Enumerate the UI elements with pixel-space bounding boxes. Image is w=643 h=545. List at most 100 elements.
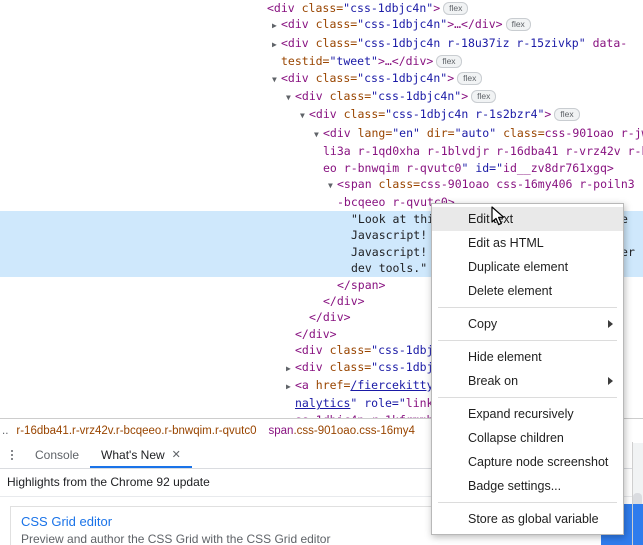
dom-tree-line[interactable]: ▼ <div class="css-1dbjc4n"> flex <box>0 88 643 106</box>
tab-whats-new-label: What's New <box>101 448 165 462</box>
dom-token: li3a r-1qd0xha r-1blvdjr r-16dba41 r-vrz… <box>323 144 643 159</box>
dom-tree-line[interactable]: eo r-bnwqim r-qvutc0" id="id__zv8dr761xg… <box>0 160 643 176</box>
dom-tree-line[interactable]: ▼ <div class="css-1dbjc4n r-1s2bzr4"> flex <box>0 106 643 124</box>
dom-token: "en" <box>392 125 420 140</box>
flex-badge[interactable]: flex <box>471 90 497 104</box>
breadcrumb-item-span[interactable]: span.css-901oao.css-16my4 <box>263 425 421 437</box>
dom-text-node[interactable]: dev tools." <box>351 261 427 275</box>
dom-token: <div <box>295 359 330 374</box>
context-menu-item-copy[interactable]: Copy <box>432 312 623 336</box>
dom-token: data- <box>585 35 628 50</box>
dom-token: id__zv8dr761xgq <box>503 160 607 175</box>
context-menu-item-break-on[interactable]: Break on <box>432 369 623 393</box>
dom-token: >…</div> <box>377 54 434 69</box>
chevron-down-icon[interactable]: ▼ <box>272 72 281 88</box>
context-menu-item-label: Break on <box>468 374 519 388</box>
dom-tree-line[interactable]: ▼ <div class="css-1dbjc4n"> flex <box>0 70 643 88</box>
flex-badge[interactable]: flex <box>457 71 483 85</box>
chevron-down-icon[interactable]: ▼ <box>300 108 309 124</box>
dom-token: class= <box>343 107 386 122</box>
context-menu-item-collapse-children[interactable]: Collapse children <box>432 426 623 450</box>
dom-token: css-901oao r-jw <box>544 125 643 140</box>
chevron-down-icon[interactable]: ▼ <box>314 127 323 143</box>
chevron-right-icon[interactable]: ▶ <box>272 18 281 34</box>
flex-badge[interactable]: flex <box>443 2 469 15</box>
context-menu-item-label: Hide element <box>468 350 542 364</box>
context-menu-item-label: Copy <box>468 317 498 331</box>
submenu-arrow-icon <box>608 320 613 328</box>
dom-token: class= <box>329 343 372 358</box>
dom-token: <div <box>295 89 330 104</box>
context-menu-item-edit-text[interactable]: Edit text <box>432 207 623 231</box>
dom-token: > <box>544 107 552 122</box>
tab-whats-new[interactable]: What's New ✕ <box>90 442 192 468</box>
dom-tree-line[interactable]: ▶ <div class="css-1dbjc4n">…</div> flex <box>0 16 643 34</box>
context-menu-separator <box>438 340 617 341</box>
tab-console[interactable]: Console <box>24 442 90 468</box>
dom-token: testid= <box>281 54 330 69</box>
context-menu-item-label: Capture node screenshot <box>468 455 609 469</box>
context-menu-separator <box>438 307 617 308</box>
context-menu-item-store-as-global-variable[interactable]: Store as global variable <box>432 507 623 531</box>
dom-token: <div <box>281 17 316 32</box>
dom-token: "css-1dbjc4n r-18u37iz r-15zivkp" <box>357 35 586 50</box>
dom-token: href= <box>315 377 351 392</box>
dom-token: > <box>447 70 455 85</box>
dom-tree-line[interactable]: ▼ <span class=css-901oao css-16my406 r-po… <box>0 176 643 194</box>
context-menu-item-duplicate-element[interactable]: Duplicate element <box>432 255 623 279</box>
context-menu-item-badge-settings[interactable]: Badge settings... <box>432 474 623 498</box>
dom-tree-line[interactable]: <div class="css-1dbjc4n"> flex <box>0 0 643 16</box>
dom-tree-line[interactable]: testid="tweet">…</div> flex <box>0 53 643 69</box>
kebab-menu-icon[interactable] <box>0 442 24 468</box>
close-icon[interactable]: ✕ <box>172 449 181 461</box>
dom-token: </div> <box>309 310 351 325</box>
chevron-down-icon[interactable]: ▼ <box>328 178 337 194</box>
chevron-right-icon[interactable]: ▶ <box>272 37 281 53</box>
dom-tree-line[interactable]: ▶ <div class="css-1dbjc4n r-18u37iz r-15z… <box>0 35 643 53</box>
context-menu-item-hide-element[interactable]: Hide element <box>432 345 623 369</box>
chevron-right-icon[interactable]: ▶ <box>286 379 295 395</box>
dom-token: " role=" <box>350 396 406 411</box>
dom-token: > <box>461 89 469 104</box>
context-menu-item-label: Expand recursively <box>468 407 574 421</box>
dom-tree-line[interactable]: li3a r-1qd0xha r-1blvdjr r-16dba41 r-vrz… <box>0 143 643 159</box>
context-menu-separator <box>438 397 617 398</box>
context-menu-item-label: Store as global variable <box>468 512 599 526</box>
dom-token: "css-1dbjc4n" <box>343 1 434 15</box>
dom-token: </div> <box>295 326 337 341</box>
dom-token: <span <box>337 177 379 192</box>
tab-console-label: Console <box>35 448 80 462</box>
flex-badge[interactable]: flex <box>554 108 580 122</box>
dom-token: "css-1dbjc4n" <box>357 70 448 85</box>
dom-token: link <box>405 396 434 411</box>
context-menu-item-label: Duplicate element <box>468 260 569 274</box>
dom-token: >…</div> <box>447 17 503 32</box>
dom-token: <div <box>281 70 316 85</box>
dom-token: <div <box>267 1 302 15</box>
breadcrumb-item-classes[interactable]: r-16dba41.r-vrz42v.r-bcqeeo.r-bnwqim.r-q… <box>10 425 262 437</box>
dom-token: <div <box>295 343 330 358</box>
dom-href-link[interactable]: nalytics <box>295 396 350 410</box>
context-menu[interactable]: Edit text Edit as HTML Duplicate element De… <box>431 203 624 535</box>
dom-token: </div> <box>323 293 365 308</box>
flex-badge[interactable]: flex <box>436 55 462 69</box>
dom-tree-line[interactable]: ▼ <div lang="en" dir="auto" class=css-901… <box>0 125 643 143</box>
dom-token: class= <box>503 125 545 140</box>
chevron-down-icon[interactable]: ▼ <box>286 90 295 106</box>
dom-token: > <box>606 160 614 175</box>
dom-token: "css-1dbjc4n r-1s2bzr4" <box>385 107 545 122</box>
dom-token: class= <box>301 1 344 15</box>
breadcrumb-overflow[interactable]: .. <box>0 425 10 437</box>
context-menu-item-label: Collapse children <box>468 431 564 445</box>
dom-token <box>420 126 427 140</box>
chevron-right-icon[interactable]: ▶ <box>286 361 295 377</box>
flex-badge[interactable]: flex <box>505 18 531 32</box>
context-menu-item-label: Delete element <box>468 284 553 298</box>
context-menu-item-expand-recursively[interactable]: Expand recursively <box>432 402 623 426</box>
context-menu-item-capture-node-screenshot[interactable]: Capture node screenshot <box>432 450 623 474</box>
dom-token: class= <box>378 177 421 192</box>
context-menu-item-edit-as-html[interactable]: Edit as HTML <box>432 231 623 255</box>
context-menu-item-delete-element[interactable]: Delete element <box>432 279 623 303</box>
dom-token: class= <box>329 359 372 374</box>
dom-token: "css-1dbjc4n" <box>371 89 462 104</box>
